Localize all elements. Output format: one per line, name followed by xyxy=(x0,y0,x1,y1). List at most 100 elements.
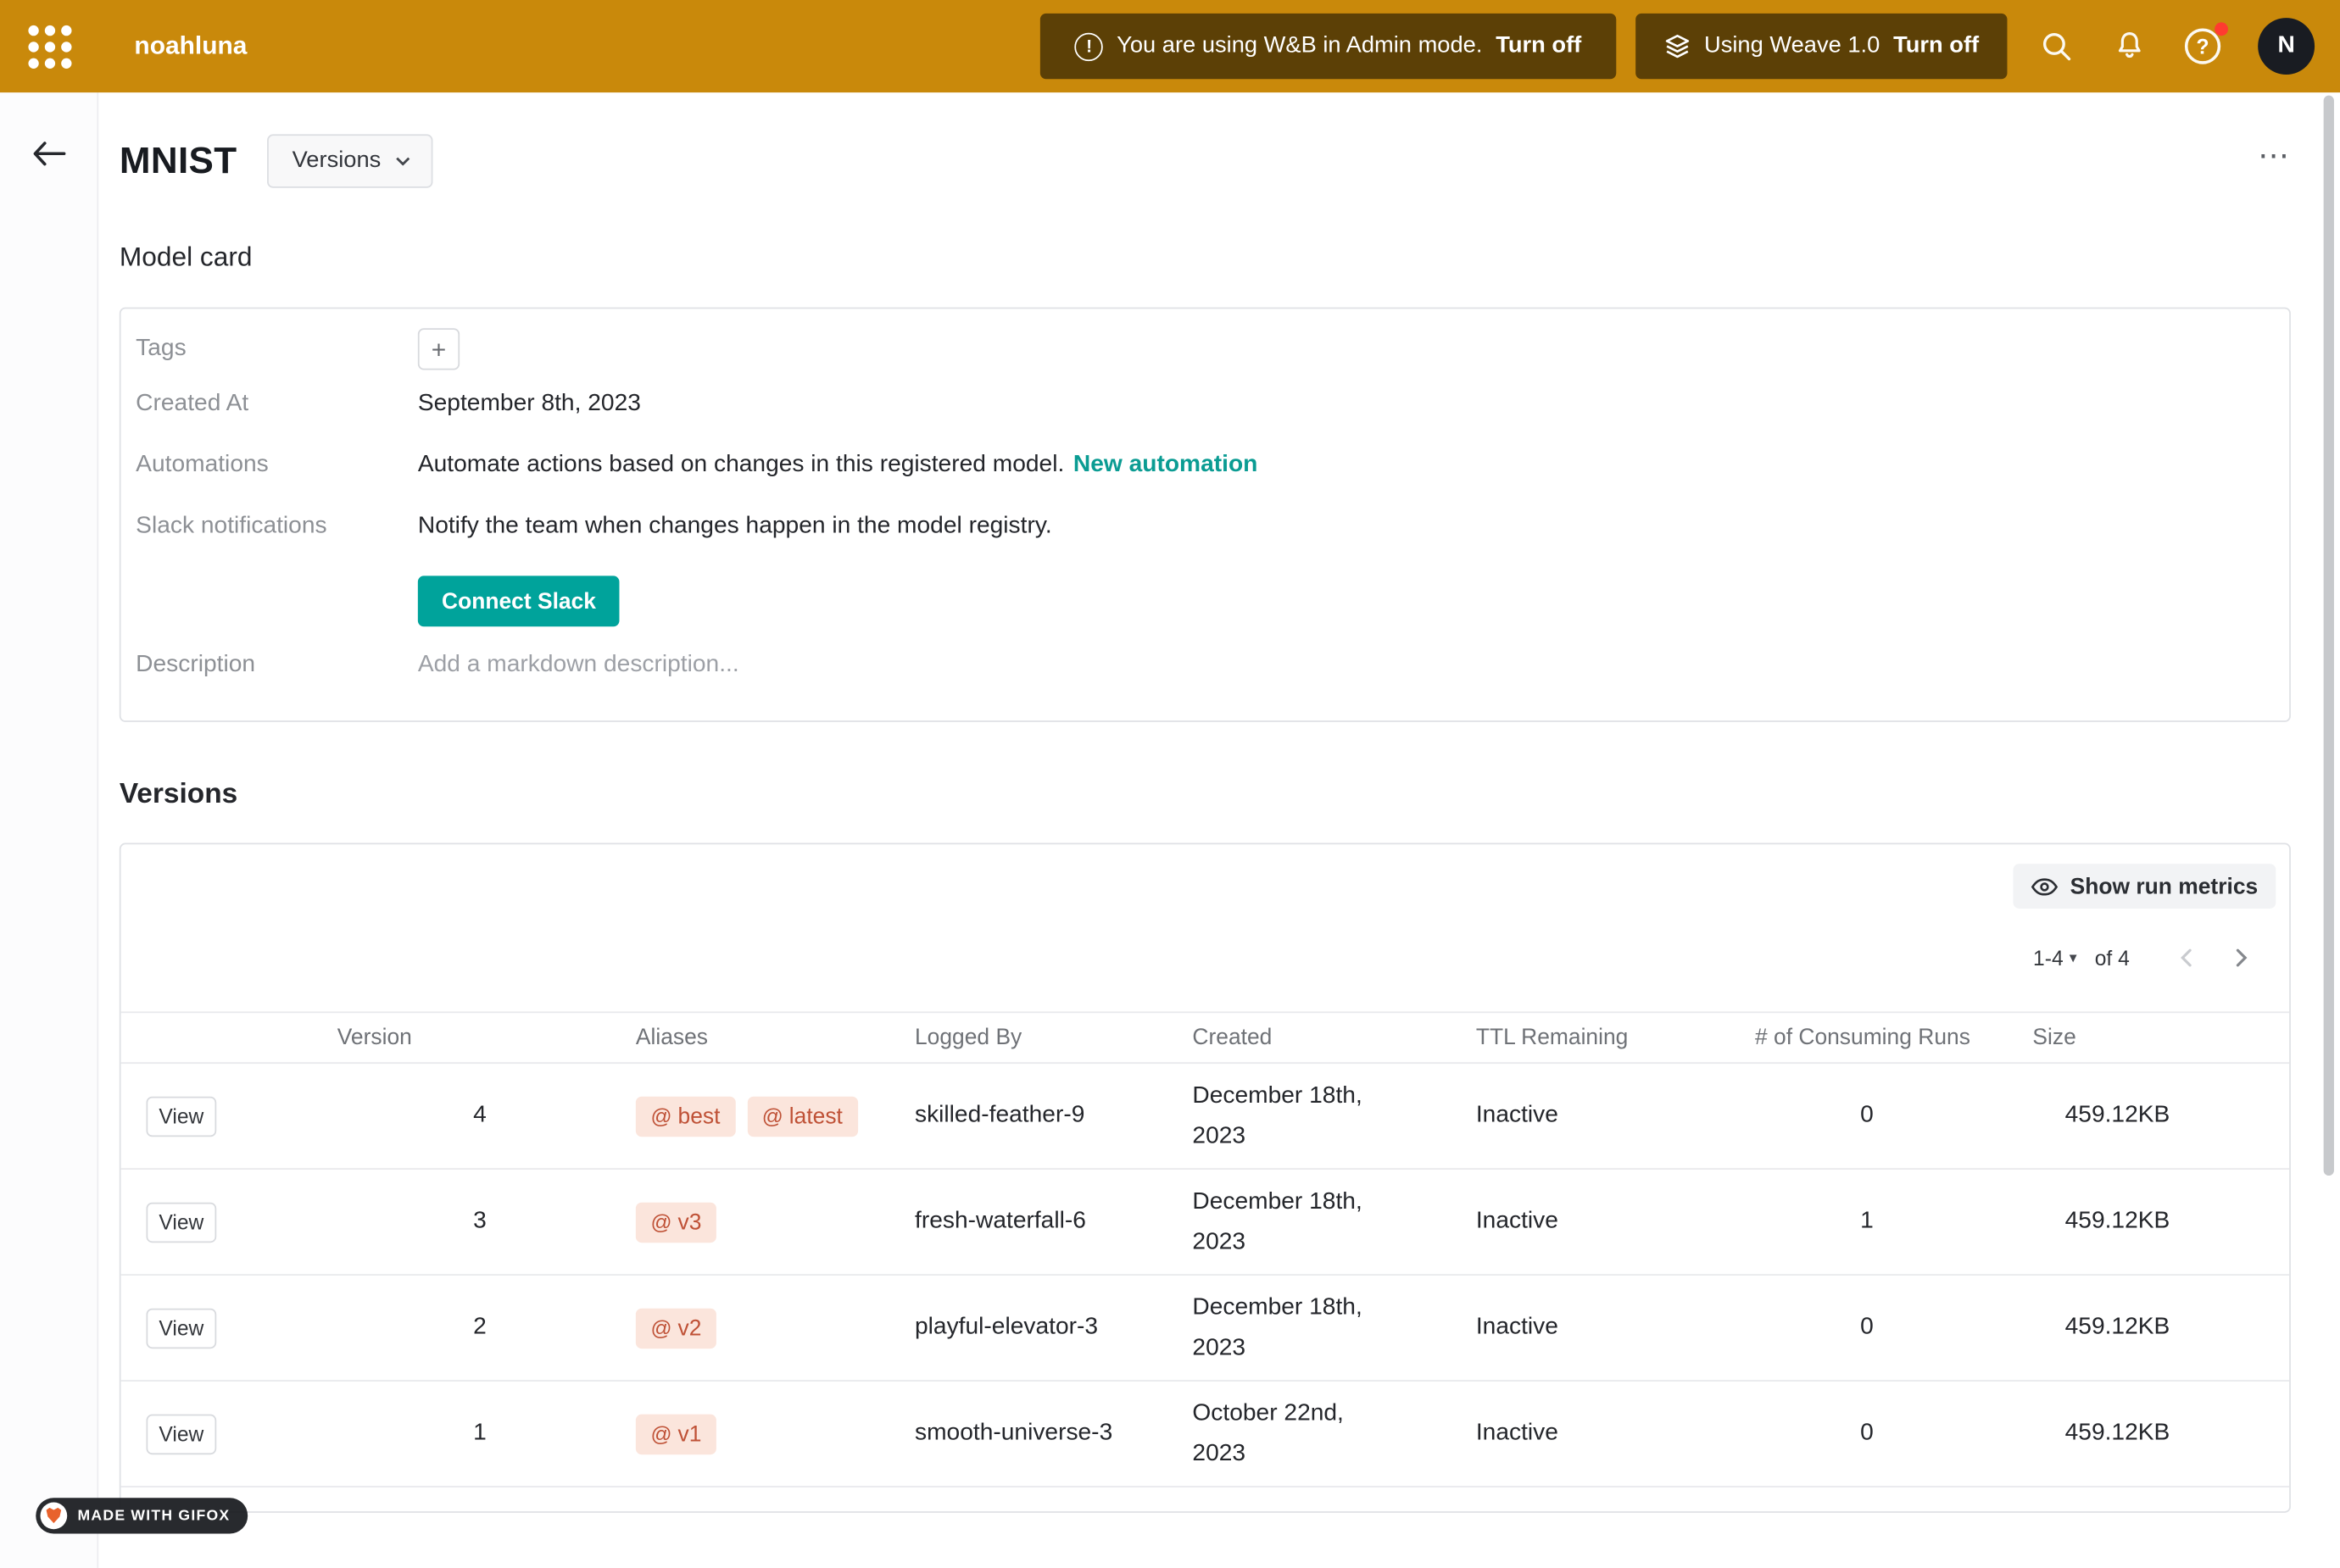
column-header-size[interactable]: Size xyxy=(1979,1025,2289,1050)
model-card-heading: Model card xyxy=(120,242,2291,273)
description-label: Description xyxy=(136,649,418,682)
aliases-cell: @v1 xyxy=(487,1414,912,1454)
alias-tag[interactable]: @best xyxy=(636,1096,735,1137)
aliases-cell: @best @latest xyxy=(487,1096,912,1137)
model-card: Tags + Created At September 8th, 2023 Au… xyxy=(120,308,2291,722)
admin-mode-banner: ! You are using W&B in Admin mode. Turn … xyxy=(1040,14,1616,79)
view-version-button[interactable]: View xyxy=(146,1202,216,1243)
column-header-ttl[interactable]: TTL Remaining xyxy=(1472,1025,1755,1050)
view-version-button[interactable]: View xyxy=(146,1414,216,1454)
gifox-label: MADE WITH GIFOX xyxy=(78,1508,231,1524)
description-row: Description Add a markdown description..… xyxy=(136,649,2274,720)
alias-tag[interactable]: @v3 xyxy=(636,1202,716,1243)
admin-turn-off-button[interactable]: Turn off xyxy=(1496,33,1581,60)
column-header-version[interactable]: Version xyxy=(263,1025,487,1050)
ttl-cell: Inactive xyxy=(1472,1103,1755,1130)
column-header-logged-by[interactable]: Logged By xyxy=(911,1025,1188,1050)
version-cell: 3 xyxy=(263,1209,487,1236)
caret-down-icon: ▾ xyxy=(2070,949,2077,965)
slack-row: Slack notifications Notify the team when… xyxy=(136,510,2274,543)
at-icon: @ xyxy=(762,1104,783,1128)
column-header-aliases[interactable]: Aliases xyxy=(487,1025,912,1050)
scrollbar-thumb[interactable] xyxy=(2324,96,2334,1176)
created-at-label: Created At xyxy=(136,388,418,421)
connect-slack-button[interactable]: Connect Slack xyxy=(418,575,620,626)
size-cell: 459.12KB xyxy=(1979,1209,2289,1236)
versions-table: Version Aliases Logged By Created TTL Re… xyxy=(121,1011,2290,1487)
pagination: 1-4 ▾ of 4 xyxy=(2033,946,2254,970)
created-at-row: Created At September 8th, 2023 xyxy=(136,388,2274,421)
aliases-cell: @v3 xyxy=(487,1202,912,1243)
new-automation-link[interactable]: New automation xyxy=(1073,452,1257,477)
team-name[interactable]: noahluna xyxy=(134,0,247,92)
at-icon: @ xyxy=(650,1421,671,1445)
eye-icon xyxy=(2031,876,2059,896)
topbar: noahluna ! You are using W&B in Admin mo… xyxy=(0,0,2340,92)
logged-by-cell[interactable]: skilled-feather-9 xyxy=(911,1103,1188,1130)
created-cell: October 22nd, 2023 xyxy=(1188,1393,1471,1474)
logged-by-cell[interactable]: playful-elevator-3 xyxy=(911,1315,1188,1342)
bell-icon[interactable] xyxy=(2112,28,2148,64)
weave-turn-off-button[interactable]: Turn off xyxy=(1893,33,1979,60)
column-header-created[interactable]: Created xyxy=(1188,1025,1471,1050)
logged-by-cell[interactable]: fresh-waterfall-6 xyxy=(911,1209,1188,1236)
help-icon[interactable]: ? xyxy=(2185,28,2220,64)
previous-page-button[interactable] xyxy=(2175,946,2198,970)
notification-dot xyxy=(2215,22,2228,36)
version-cell: 4 xyxy=(263,1103,487,1130)
consuming-runs-cell: 0 xyxy=(1755,1421,1979,1448)
back-button[interactable] xyxy=(22,131,75,176)
at-icon: @ xyxy=(650,1315,671,1339)
back-arrow-icon xyxy=(32,140,65,167)
version-cell: 1 xyxy=(263,1421,487,1448)
consuming-runs-cell: 0 xyxy=(1755,1103,1979,1130)
table-row: View 3 @v3 fresh-waterfall-6 December 18… xyxy=(121,1170,2290,1276)
at-icon: @ xyxy=(650,1104,671,1128)
layers-icon xyxy=(1663,33,1691,60)
chevron-down-icon xyxy=(396,157,411,166)
logged-by-cell[interactable]: smooth-universe-3 xyxy=(911,1421,1188,1448)
page-header: MNIST Versions ⋯ xyxy=(120,134,2291,187)
ttl-cell: Inactive xyxy=(1472,1315,1755,1342)
chevron-right-icon xyxy=(2236,948,2248,966)
alias-tag[interactable]: @v1 xyxy=(636,1414,716,1454)
tags-label: Tags xyxy=(136,333,418,366)
table-row: View 1 @v1 smooth-universe-3 October 22n… xyxy=(121,1382,2290,1487)
automations-row: Automations Automate actions based on ch… xyxy=(136,449,2274,482)
dots-grid-icon xyxy=(28,25,71,68)
weave-banner: Using Weave 1.0 Turn off xyxy=(1635,14,2007,79)
consuming-runs-cell: 0 xyxy=(1755,1315,1979,1342)
created-at-value: September 8th, 2023 xyxy=(418,388,641,421)
versions-dropdown[interactable]: Versions xyxy=(267,134,433,187)
overflow-menu-icon[interactable]: ⋯ xyxy=(2258,137,2291,175)
column-header-consuming-runs[interactable]: # of Consuming Runs xyxy=(1755,1025,1979,1050)
warning-icon: ! xyxy=(1075,32,1103,60)
tags-row: Tags + xyxy=(136,328,2274,370)
search-icon[interactable] xyxy=(2038,28,2074,64)
created-cell: December 18th, 2023 xyxy=(1188,1182,1471,1262)
view-version-button[interactable]: View xyxy=(146,1096,216,1137)
automations-value: Automate actions based on changes in thi… xyxy=(418,449,1257,482)
description-placeholder[interactable]: Add a markdown description... xyxy=(418,649,739,682)
view-version-button[interactable]: View xyxy=(146,1308,216,1348)
versions-panel: Show run metrics 1-4 ▾ of 4 Version xyxy=(120,843,2291,1513)
size-cell: 459.12KB xyxy=(1979,1315,2289,1342)
fox-icon xyxy=(41,1503,68,1530)
main-content: MNIST Versions ⋯ Model card Tags + Creat… xyxy=(100,92,2322,1568)
alias-tag[interactable]: @latest xyxy=(747,1096,857,1137)
page-title: MNIST xyxy=(120,140,237,183)
avatar[interactable]: N xyxy=(2258,18,2315,75)
ttl-cell: Inactive xyxy=(1472,1421,1755,1448)
app-window: noahluna ! You are using W&B in Admin mo… xyxy=(0,0,2340,1568)
next-page-button[interactable] xyxy=(2230,946,2254,970)
wandb-logo-icon[interactable] xyxy=(0,0,98,92)
page-total: of 4 xyxy=(2095,946,2130,970)
show-run-metrics-button[interactable]: Show run metrics xyxy=(2014,864,2276,909)
created-cell: December 18th, 2023 xyxy=(1188,1287,1471,1368)
at-icon: @ xyxy=(650,1210,671,1234)
alias-tag[interactable]: @v2 xyxy=(636,1308,716,1348)
size-cell: 459.12KB xyxy=(1979,1103,2289,1130)
add-tag-button[interactable]: + xyxy=(418,328,460,370)
page-range-dropdown[interactable]: 1-4 ▾ xyxy=(2033,946,2077,970)
slack-button-row: Connect Slack xyxy=(136,575,2274,626)
